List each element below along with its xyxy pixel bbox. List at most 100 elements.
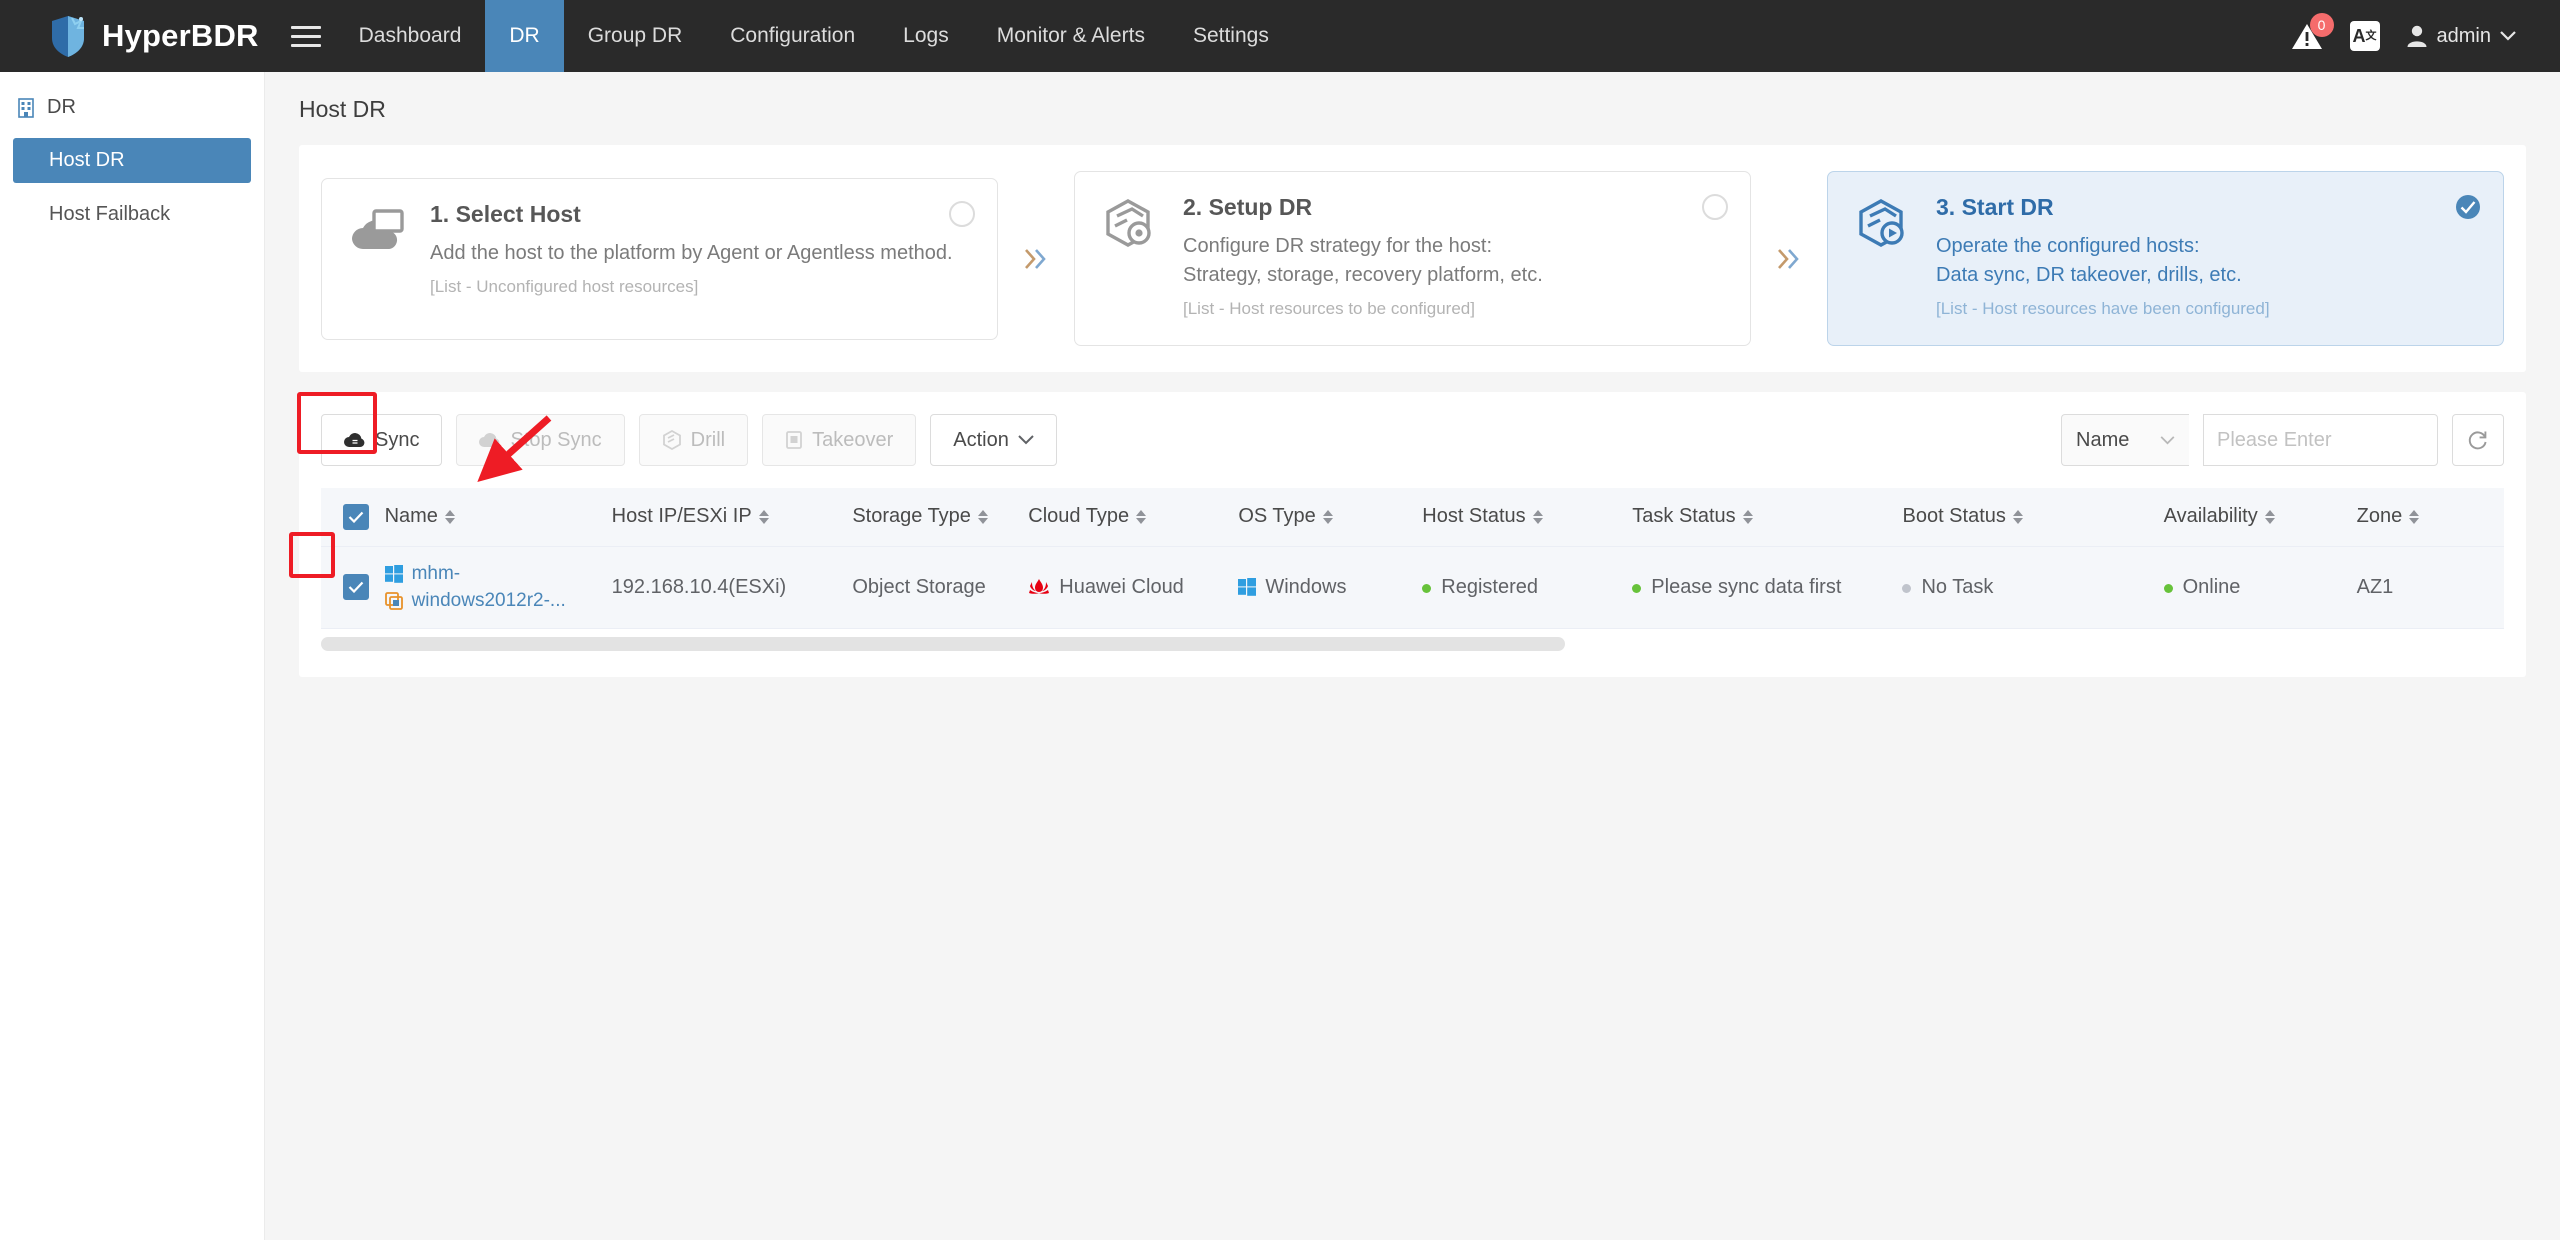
- horizontal-scrollbar[interactable]: [321, 636, 1566, 651]
- header-zone[interactable]: Zone: [2356, 488, 2504, 547]
- select-host-icon: [348, 201, 410, 313]
- sort-icon[interactable]: [444, 509, 455, 524]
- check-circle-icon: [2456, 195, 2480, 219]
- cell-availability: Online: [2163, 546, 2357, 629]
- sort-icon[interactable]: [977, 509, 988, 524]
- setup-dr-icon: [1101, 194, 1163, 319]
- nav-item-dashboard[interactable]: Dashboard: [335, 0, 486, 72]
- huawei-cloud-icon: [1029, 579, 1050, 594]
- header-select-all: [321, 488, 385, 547]
- step-status-marker: [1702, 194, 1728, 220]
- stop-sync-button[interactable]: Stop Sync: [456, 414, 625, 466]
- table-toolbar: Sync Stop Sync Drill Takeover Action Nam…: [321, 414, 2504, 466]
- os-type-wrapper: Windows: [1238, 576, 1422, 599]
- step-line: Add the host to the platform by Agent or…: [430, 241, 953, 264]
- os-type-label: Windows: [1265, 575, 1347, 598]
- cell-storage-type: Object Storage: [852, 546, 1029, 629]
- sort-icon[interactable]: [2409, 509, 2420, 524]
- chevron-down-icon: [2160, 435, 2175, 444]
- step-note: [List - Host resources have been configu…: [1936, 299, 2270, 318]
- windows-icon: [384, 564, 403, 583]
- row-checkbox[interactable]: [343, 574, 369, 600]
- sort-icon[interactable]: [1136, 509, 1147, 524]
- top-navigation-bar: HyperBDR Dashboard DR Group DR Configura…: [0, 0, 2560, 72]
- header-cloud-type[interactable]: Cloud Type: [1028, 488, 1239, 547]
- drill-button[interactable]: Drill: [638, 414, 749, 466]
- header-availability[interactable]: Availability: [2163, 488, 2357, 547]
- search-area: Name: [2061, 414, 2504, 466]
- boot-status-label: No Task: [1921, 575, 1994, 598]
- header-label: Cloud Type: [1028, 505, 1130, 528]
- cell-boot-status: No Task: [1902, 546, 2164, 629]
- nav-item-logs[interactable]: Logs: [879, 0, 973, 72]
- header-storage-type[interactable]: Storage Type: [852, 488, 1029, 547]
- sort-icon[interactable]: [758, 509, 769, 524]
- header-boot-status[interactable]: Boot Status: [1902, 488, 2164, 547]
- header-label: Storage Type: [852, 505, 971, 528]
- action-dropdown-button[interactable]: Action: [930, 414, 1057, 466]
- drill-icon: [662, 430, 681, 450]
- notification-badge: 0: [2309, 13, 2334, 37]
- refresh-button[interactable]: [2452, 414, 2504, 466]
- user-menu[interactable]: admin: [2406, 24, 2516, 48]
- header-label: Task Status: [1632, 505, 1736, 528]
- step-status-marker: [949, 200, 975, 227]
- search-field-select[interactable]: Name: [2061, 414, 2189, 466]
- sort-icon[interactable]: [1532, 509, 1543, 524]
- step-line: Operate the configured hosts:: [1936, 235, 2200, 257]
- step-card-start-dr[interactable]: 3. Start DR Operate the configured hosts…: [1827, 171, 2504, 346]
- cloud-type-wrapper: Huawei Cloud: [1028, 576, 1238, 599]
- step-card-select-host[interactable]: 1. Select Host Add the host to the platf…: [321, 177, 998, 340]
- sidebar-item-host-dr[interactable]: Host DR: [13, 138, 251, 183]
- sort-icon[interactable]: [2264, 509, 2275, 524]
- takeover-button[interactable]: Takeover: [762, 414, 917, 466]
- header-label: Zone: [2356, 505, 2403, 528]
- vm-instance-icon: [384, 591, 403, 610]
- table-header-row: Name Host IP/ESXi IP Storage Type Cloud …: [321, 488, 2504, 547]
- sidebar-item-host-failback[interactable]: Host Failback: [13, 192, 251, 237]
- host-table: Name Host IP/ESXi IP Storage Type Cloud …: [321, 488, 2504, 629]
- table-row[interactable]: mhm- windows2012r2-... 192.168.10.4(ESXi…: [321, 546, 2504, 629]
- brand-logo-area[interactable]: HyperBDR: [0, 0, 277, 72]
- language-translate-icon[interactable]: A文: [2349, 21, 2380, 51]
- task-status-label: Please sync data first: [1651, 575, 1842, 598]
- step-note: [List - Unconfigured host resources]: [430, 276, 699, 296]
- hamburger-icon[interactable]: [277, 0, 335, 72]
- header-label: OS Type: [1238, 505, 1316, 528]
- brand-name: HyperBDR: [102, 18, 259, 53]
- nav-item-group-dr[interactable]: Group DR: [564, 0, 707, 72]
- step-separator-1: [998, 246, 1074, 272]
- header-host-status[interactable]: Host Status: [1422, 488, 1633, 547]
- host-name-line-2[interactable]: windows2012r2-...: [384, 590, 612, 612]
- cell-host-ip: 192.168.10.4(ESXi): [611, 546, 853, 629]
- check-icon: [348, 581, 364, 593]
- search-input[interactable]: [2217, 428, 2482, 452]
- header-name[interactable]: Name: [384, 488, 612, 547]
- sort-icon[interactable]: [2012, 509, 2023, 524]
- header-os-type[interactable]: OS Type: [1238, 488, 1423, 547]
- nav-item-dr[interactable]: DR: [485, 0, 564, 72]
- sort-icon[interactable]: [1742, 509, 1753, 524]
- step-note: [List - Host resources to be configured]: [1183, 299, 1475, 318]
- step-card-setup-dr[interactable]: 2. Setup DR Configure DR strategy for th…: [1074, 171, 1751, 346]
- alert-warning-icon[interactable]: 0: [2290, 13, 2334, 53]
- header-task-status[interactable]: Task Status: [1632, 488, 1903, 547]
- header-host-ip[interactable]: Host IP/ESXi IP: [611, 488, 853, 547]
- windows-icon: [1238, 578, 1257, 596]
- select-all-checkbox[interactable]: [343, 503, 369, 530]
- sort-icon[interactable]: [1322, 509, 1333, 524]
- row-select-cell: [321, 546, 385, 629]
- nav-item-settings[interactable]: Settings: [1169, 0, 1293, 72]
- chevron-down-icon: [1018, 435, 1034, 445]
- status-dot: [2163, 583, 2173, 593]
- hyperbdr-shield-icon: [52, 16, 84, 57]
- step-line: Strategy, storage, recovery platform, et…: [1183, 264, 1543, 286]
- host-name-line-1[interactable]: mhm-: [384, 563, 612, 585]
- nav-item-monitor-alerts[interactable]: Monitor & Alerts: [973, 0, 1169, 72]
- header-label: Host Status: [1422, 505, 1526, 528]
- sidebar-group-dr: DR: [0, 86, 264, 129]
- sync-button[interactable]: Sync: [321, 414, 443, 466]
- header-label: Availability: [2163, 505, 2258, 528]
- user-avatar-icon: [2407, 25, 2427, 47]
- nav-item-configuration[interactable]: Configuration: [706, 0, 879, 72]
